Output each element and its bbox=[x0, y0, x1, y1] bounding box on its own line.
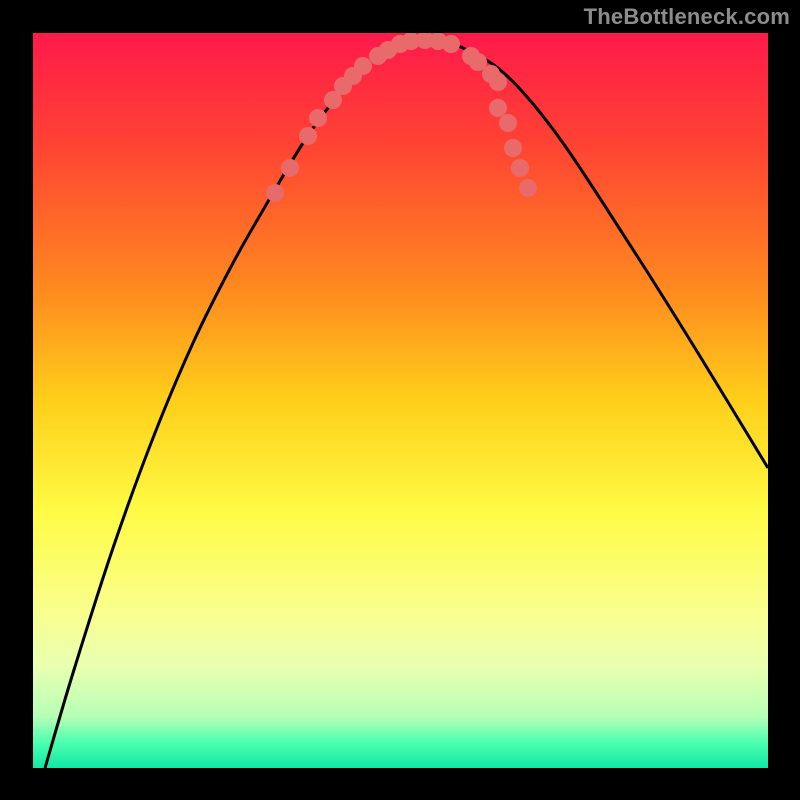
data-marker bbox=[266, 184, 284, 202]
plot-area bbox=[33, 33, 768, 768]
data-marker bbox=[281, 159, 299, 177]
data-marker bbox=[504, 139, 522, 157]
data-marker bbox=[299, 127, 317, 145]
data-marker bbox=[309, 109, 327, 127]
gradient-background bbox=[33, 33, 768, 768]
chart-svg bbox=[33, 33, 768, 768]
data-marker bbox=[511, 159, 529, 177]
data-marker bbox=[354, 57, 372, 75]
data-marker bbox=[442, 35, 460, 53]
data-marker bbox=[519, 179, 537, 197]
data-marker bbox=[489, 73, 507, 91]
data-marker bbox=[489, 99, 507, 117]
watermark-text: TheBottleneck.com bbox=[584, 4, 790, 30]
data-marker bbox=[499, 114, 517, 132]
chart-frame: TheBottleneck.com bbox=[0, 0, 800, 800]
